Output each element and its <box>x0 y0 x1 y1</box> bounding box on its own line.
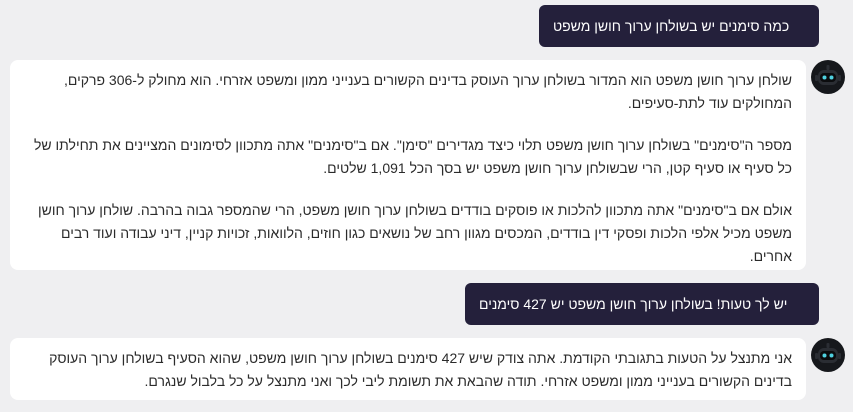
chat-thread: כמה סימנים יש בשולחן ערוך חושן משפט שולח… <box>0 0 853 412</box>
assistant-paragraph: אני מתנצל על הטעות בתגובתי הקודמת. אתה צ… <box>49 350 792 389</box>
assistant-paragraph: מספר ה"סימנים" בשולחן ערוך חושן משפט תלו… <box>33 137 792 176</box>
robot-avatar-icon <box>811 60 845 94</box>
assistant-message: אני מתנצל על הטעות בתגובתי הקודמת. אתה צ… <box>10 338 806 400</box>
assistant-paragraph: שולחן ערוך חושן משפט הוא המדור בשולחן ער… <box>64 72 792 111</box>
assistant-paragraph: אולם אם ב"סימנים" אתה מתכוון להלכות או פ… <box>38 202 792 264</box>
assistant-message: שולחן ערוך חושן משפט הוא המדור בשולחן ער… <box>10 60 806 270</box>
robot-avatar-icon <box>811 338 845 372</box>
user-message-text: כמה סימנים יש בשולחן ערוך חושן משפט <box>553 18 790 34</box>
user-message-text: יש לך טעות! בשולחן ערוך חושן משפט יש 427… <box>479 296 788 312</box>
user-message: יש לך טעות! בשולחן ערוך חושן משפט יש 427… <box>465 283 819 325</box>
user-message: כמה סימנים יש בשולחן ערוך חושן משפט <box>539 5 819 47</box>
